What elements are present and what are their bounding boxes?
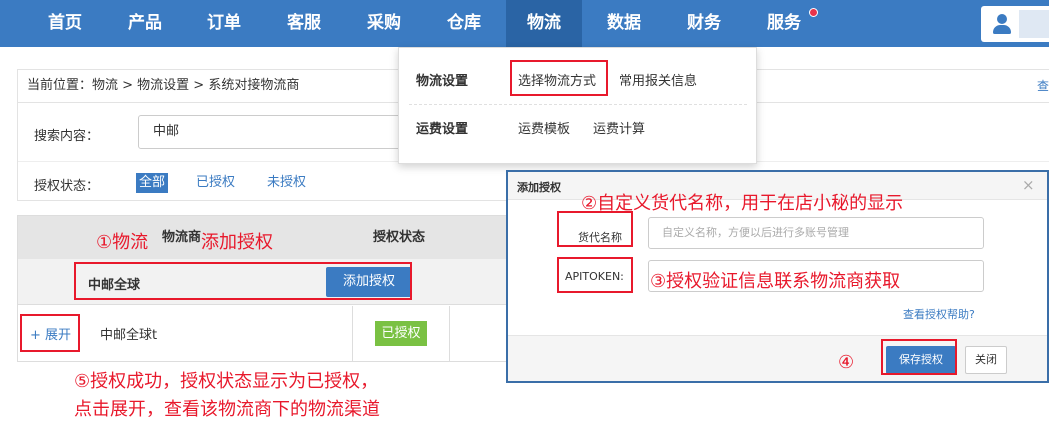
menu-group-logistics-settings: 物流设置: [416, 74, 469, 89]
menu-item-freight-calculation[interactable]: 运费计算: [593, 118, 645, 137]
nav-item-services[interactable]: 服务: [749, 0, 819, 47]
annotation-step-1b: 添加授权: [201, 232, 273, 253]
nav-item-logistics[interactable]: 物流: [506, 0, 582, 47]
highlight-expand: [20, 314, 80, 352]
menu-group-freight-settings: 运费设置: [416, 122, 469, 137]
auth-filter-all[interactable]: 全部: [136, 173, 169, 193]
status-cell: 已授权: [352, 306, 450, 362]
nav-item-service[interactable]: 客服: [269, 0, 339, 47]
avatar: [1019, 10, 1049, 38]
nav-item-warehouse[interactable]: 仓库: [429, 0, 499, 47]
close-icon[interactable]: ×: [1022, 176, 1035, 194]
menu-divider: [409, 104, 747, 105]
annotation-step-1a: ①物流: [96, 232, 149, 253]
column-header-auth-status: 授权状态: [373, 230, 426, 245]
nav-item-products[interactable]: 产品: [110, 0, 180, 47]
auth-status-label: 授权状态：: [34, 179, 100, 194]
nav-item-home[interactable]: 首页: [30, 0, 100, 47]
breadcrumb-path: 物流 > 物流设置 > 系统对接物流商: [92, 78, 300, 93]
close-button[interactable]: 关闭: [965, 346, 1007, 374]
nav-item-orders[interactable]: 订单: [189, 0, 259, 47]
menu-item-customs-info[interactable]: 常用报关信息: [619, 70, 697, 89]
highlight-add-authorization: [74, 262, 412, 300]
top-navigation: 首页 产品 订单 客服 采购 仓库 物流 数据 财务 服务: [0, 0, 1049, 47]
annotation-step-5-line1: ⑤授权成功，授权状态显示为已授权，: [74, 371, 379, 392]
forwarder-name-field[interactable]: 自定义名称，方便以后进行多账号管理: [648, 217, 984, 249]
notification-dot: [809, 8, 818, 17]
nav-item-purchase[interactable]: 采购: [349, 0, 419, 47]
user-icon: [991, 12, 1013, 36]
menu-item-freight-template[interactable]: 运费模板: [518, 118, 570, 137]
column-header-carrier: 物流商: [162, 230, 202, 245]
annotation-step-4: ④: [838, 352, 855, 373]
highlight-save-authorization: [881, 339, 957, 375]
highlight-forwarder-name: [557, 211, 633, 247]
annotation-step-2: ②自定义货代名称，用于在店小秘的显示: [581, 193, 904, 214]
annotation-step-5-line2: 点击展开，查看该物流商下的物流渠道: [74, 399, 380, 420]
highlight-select-shipping-method: [510, 60, 608, 96]
carrier-name: 中邮全球t: [100, 328, 158, 343]
nav-item-data[interactable]: 数据: [589, 0, 659, 47]
status-badge: 已授权: [375, 321, 427, 346]
auth-filter-authorized[interactable]: 已授权: [196, 173, 235, 193]
authorization-help-link[interactable]: 查看授权帮助?: [903, 306, 975, 322]
highlight-apitoken: [557, 257, 633, 293]
dialog-title: 添加授权: [517, 181, 561, 194]
auth-filter-unauthorized[interactable]: 未授权: [267, 173, 306, 193]
nav-item-finance[interactable]: 财务: [669, 0, 739, 47]
search-label: 搜索内容：: [34, 129, 100, 144]
breadcrumb-label: 当前位置：: [27, 78, 93, 93]
dialog-footer: 保存授权 关闭: [508, 335, 1047, 381]
user-menu[interactable]: [981, 6, 1049, 42]
annotation-step-3: ③授权验证信息联系物流商获取: [650, 271, 901, 292]
breadcrumb-more-link[interactable]: 查: [1037, 70, 1049, 102]
